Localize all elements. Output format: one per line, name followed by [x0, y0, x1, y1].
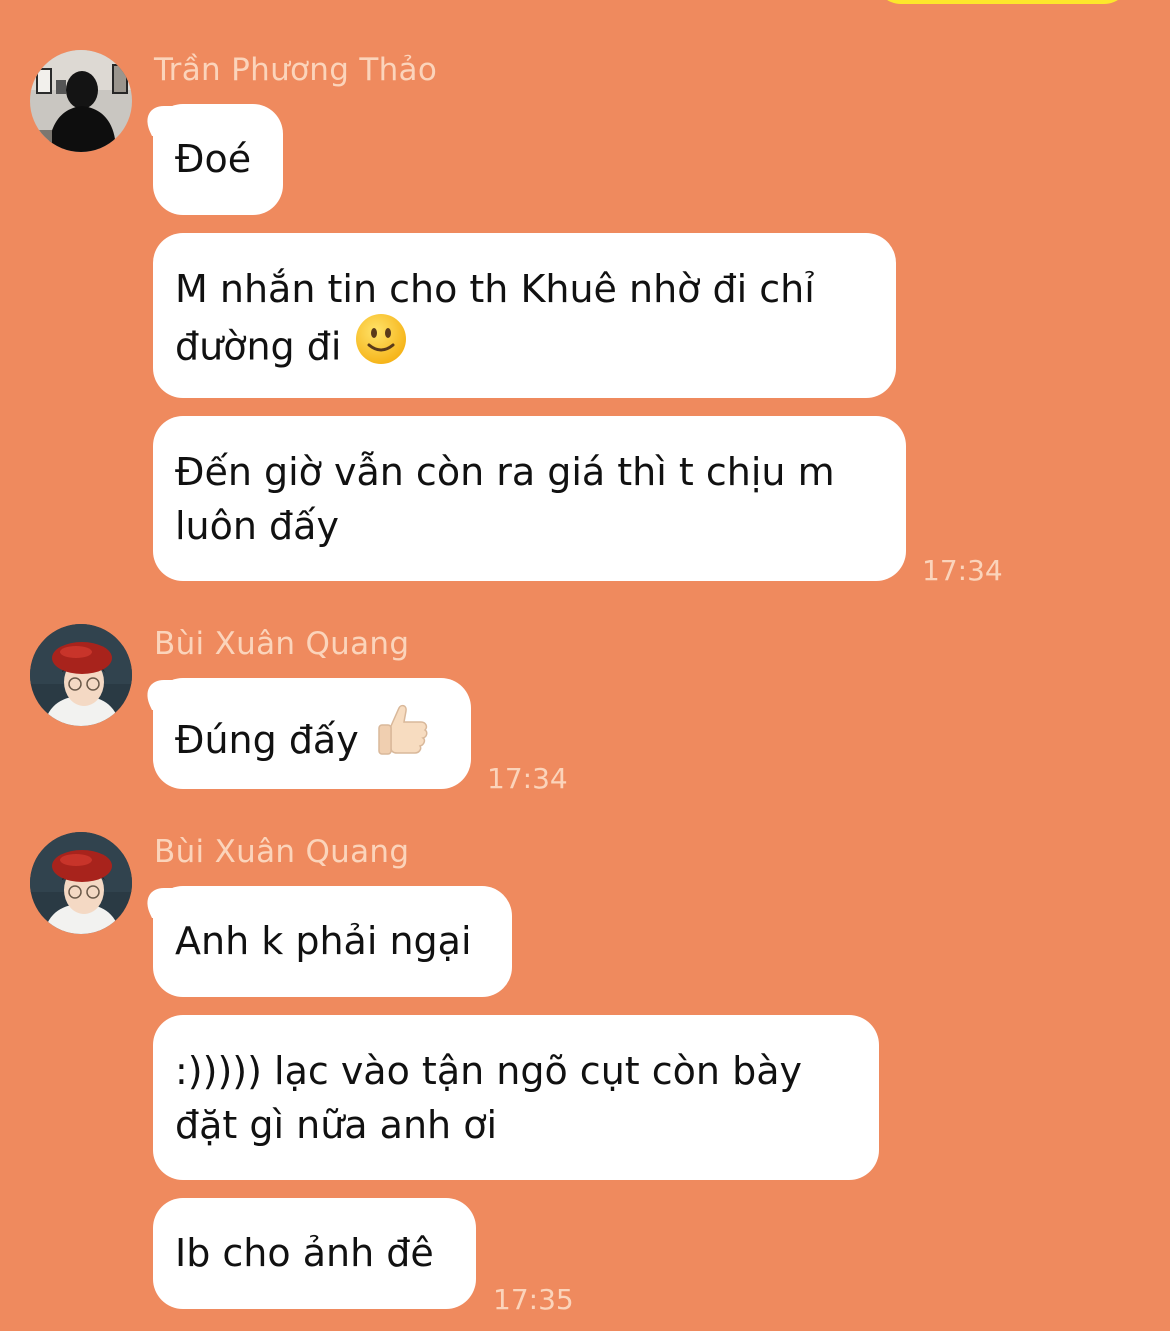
slightly-smiling-face-icon: [355, 313, 407, 379]
message-bubble[interactable]: M nhắn tin cho th Khuê nhờ đi chỉ đường …: [153, 233, 896, 398]
message-text-line: :))))) lạc vào tận ngõ cụt còn bày: [175, 1049, 802, 1093]
message-bubble[interactable]: :))))) lạc vào tận ngõ cụt còn bày đặt g…: [153, 1015, 879, 1180]
message-text-line: luôn đấy: [175, 504, 339, 548]
message-text: Anh k phải ngại: [175, 919, 472, 963]
message-timestamp: 17:35: [493, 1283, 574, 1316]
avatar-tran-phuong-thao[interactable]: [30, 50, 132, 152]
message-text: Ib cho ảnh đê: [175, 1231, 434, 1275]
message-text: Đoé: [175, 137, 252, 181]
sender-name: Bùi Xuân Quang: [154, 626, 410, 662]
avatar-photo-red-beret-icon: [30, 624, 132, 726]
message-text-line: đường đi: [175, 324, 342, 369]
message-bubble[interactable]: Ib cho ảnh đê: [153, 1198, 476, 1309]
message-bubble[interactable]: Đến giờ vẫn còn ra giá thì t chịu m luôn…: [153, 416, 906, 581]
avatar-photo-woman-gallery-icon: [30, 50, 132, 152]
avatar-bui-xuan-quang[interactable]: [30, 832, 132, 934]
message-timestamp: 17:34: [922, 554, 1003, 587]
message-text: Đúng đấy: [175, 717, 359, 762]
message-bubble[interactable]: Anh k phải ngại: [153, 886, 512, 997]
message-text-line: Đến giờ vẫn còn ra giá thì t chịu m: [175, 450, 835, 494]
message-text-line: M nhắn tin cho th Khuê nhờ đi chỉ: [175, 267, 815, 311]
sender-name: Trần Phương Thảo: [154, 52, 438, 88]
avatar-bui-xuan-quang[interactable]: [30, 624, 132, 726]
message-timestamp: 17:34: [487, 762, 568, 795]
avatar-photo-red-beret-icon: [30, 832, 132, 934]
thumbs-up-icon: [373, 700, 431, 772]
own-message-bubble-partial[interactable]: [875, 0, 1130, 4]
sender-name: Bùi Xuân Quang: [154, 834, 410, 870]
message-bubble[interactable]: Đoé: [153, 104, 283, 215]
message-bubble[interactable]: Đúng đấy: [153, 678, 471, 789]
message-text-line: đặt gì nữa anh ơi: [175, 1103, 498, 1147]
